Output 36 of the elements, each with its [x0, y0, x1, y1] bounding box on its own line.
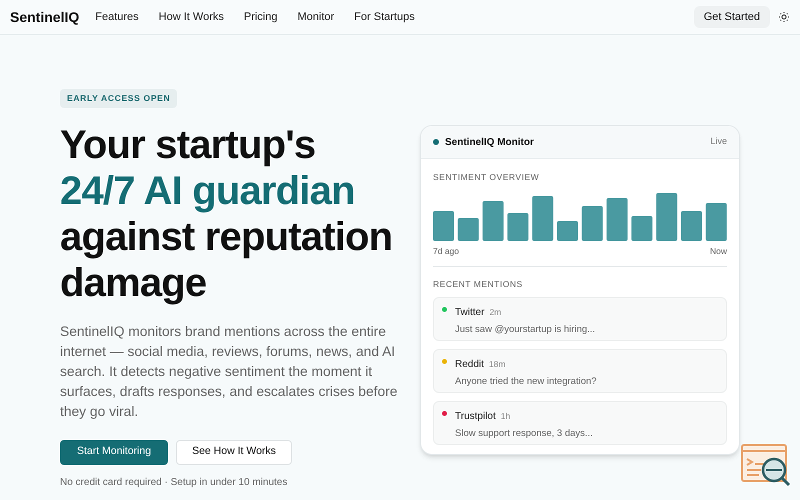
browser-search-icon[interactable]	[741, 444, 791, 488]
theme-toggle-icon[interactable]	[778, 11, 790, 23]
mention-text: Anyone tried the new integration?	[455, 375, 597, 390]
mention-source: Twitter	[455, 306, 484, 320]
nav-link[interactable]: Features	[95, 8, 139, 26]
mention-card[interactable]: Trustpilot 1h Slow support response, 3 days...	[433, 401, 727, 446]
brand-logo[interactable]: SentinelIQ	[10, 6, 80, 28]
axis-label: 7d ago	[433, 244, 459, 258]
mention-card[interactable]: Reddit 18m Anyone tried the new integration?	[433, 349, 727, 394]
nav-link[interactable]: Monitor	[297, 8, 334, 26]
early-access-badge: EARLY ACCESS OPEN	[60, 89, 178, 108]
mention-text: Just saw @yourstartup is hiring...	[455, 323, 596, 338]
hero-description: SentinelIQ monitors brand mentions across the entire internet — social media, reviews, forums, news, and AI search. It detects negative sentiment the moment it surfaces, drafts responses, and escalates crises before they go viral.	[60, 322, 398, 421]
headline-line: damage	[60, 260, 208, 306]
mention-source: Reddit	[455, 358, 484, 372]
mention-time: 1h	[500, 410, 510, 423]
headline-line: Your startup's	[60, 122, 316, 168]
nav-link[interactable]: For Startups	[354, 8, 415, 26]
section-heading: SENTIMENT OVERVIEW	[433, 171, 540, 184]
start-monitoring-button[interactable]: Start Monitoring	[60, 440, 168, 465]
headline-line: against reputation	[60, 214, 392, 260]
see-how-button[interactable]: See How It Works	[176, 440, 292, 465]
live-status: Live	[710, 135, 727, 148]
nav-link[interactable]: Pricing	[244, 8, 278, 26]
section-heading: RECENT MENTIONS	[433, 278, 524, 290]
signup-note: No credit card required · Setup in under 10 minutes	[60, 476, 288, 490]
mention-text: Slow support response, 3 days...	[455, 427, 593, 442]
get-started-button[interactable]: Get Started	[694, 6, 770, 28]
mention-source: Trustpilot	[455, 410, 496, 424]
mention-time: 2m	[489, 306, 502, 319]
nav-link[interactable]: How It Works	[158, 8, 224, 26]
monitor-title: SentinelIQ Monitor	[445, 136, 534, 150]
mention-card[interactable]: Twitter 2m Just saw @yourstartup is hiring...	[433, 297, 727, 342]
axis-label: Now	[710, 244, 727, 258]
mention-time: 18m	[488, 358, 506, 371]
headline-line: 24/7 AI guardian	[60, 168, 356, 214]
